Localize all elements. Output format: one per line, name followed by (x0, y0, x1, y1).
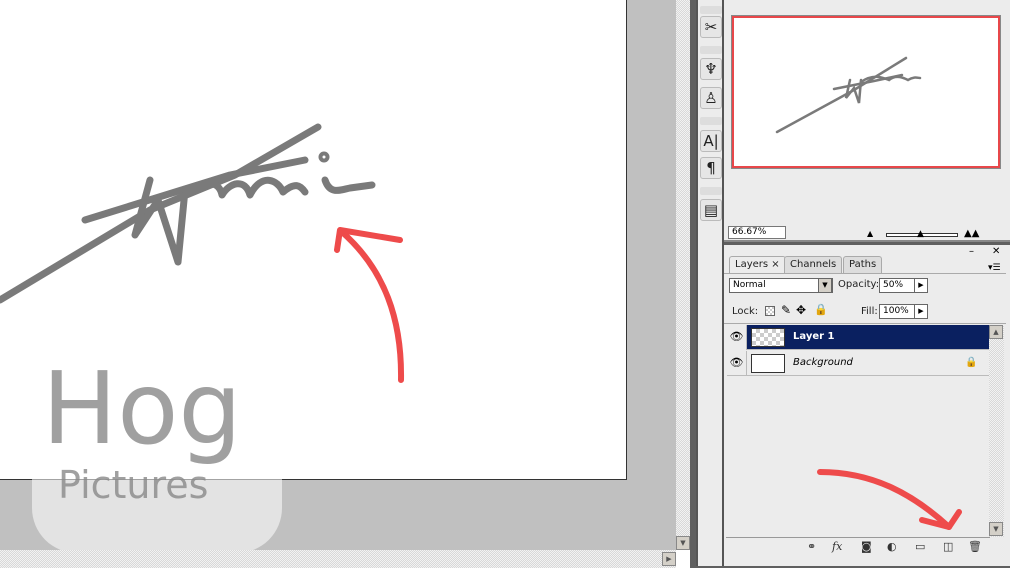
annotation-arrow (817, 469, 962, 530)
scroll-corner (676, 550, 690, 568)
brushes-icon[interactable]: ♆ (700, 58, 722, 80)
new-group-icon[interactable]: ▭ (915, 540, 925, 553)
visibility-eye-icon[interactable]: 👁 (727, 351, 747, 376)
scroll-down-button[interactable]: ▼ (989, 522, 1003, 536)
layers-panel: – ✕ Layers × Channels Paths ▾☰ Normal ▼ … (724, 245, 1010, 566)
scroll-up-button[interactable]: ▲ (989, 325, 1003, 339)
annotation-arrow (334, 227, 405, 383)
horizontal-scrollbar[interactable]: ▶ (0, 550, 676, 568)
tab-paths[interactable]: Paths (843, 256, 883, 273)
scroll-down-button[interactable]: ▼ (676, 536, 690, 550)
watermark-line1: Hog (42, 350, 242, 467)
zoom-out-icon[interactable]: ▲ (867, 229, 873, 238)
close-icon[interactable]: ✕ (992, 246, 1000, 257)
zoom-in-icon[interactable]: ▲▲ (964, 228, 979, 239)
layers-scrollbar[interactable]: ▲ ▼ (989, 325, 1004, 537)
fill-arrow-button[interactable]: ▶ (914, 304, 928, 319)
fx-icon[interactable]: fx (832, 540, 842, 553)
canvas-area: Hog Pictures (0, 0, 676, 553)
tab-channels[interactable]: Channels (784, 256, 843, 273)
tools-icon[interactable]: ✂ (700, 16, 722, 38)
lock-all-icon[interactable]: 🔒 (814, 303, 828, 316)
zoom-level-field[interactable]: 66.67% (728, 226, 786, 239)
lock-label: Lock: (732, 306, 759, 317)
layer-thumbnail (751, 354, 785, 373)
new-layer-icon[interactable]: ◫ (943, 540, 953, 553)
layer-name: Layer 1 (793, 331, 835, 342)
clone-source-icon[interactable]: ♙ (700, 87, 722, 109)
scroll-right-button[interactable]: ▶ (662, 552, 676, 566)
opacity-arrow-button[interactable]: ▶ (914, 278, 928, 293)
vertical-scrollbar[interactable]: ▼ (676, 0, 690, 550)
fill-label: Fill: (861, 306, 878, 317)
lock-transparency-icon[interactable] (765, 306, 775, 316)
paragraph-icon[interactable]: ¶ (700, 157, 722, 179)
chevron-down-icon[interactable]: ▼ (818, 278, 832, 293)
trash-icon[interactable]: 🗑 (968, 540, 982, 553)
watermark-line2: Pictures (58, 463, 208, 507)
lock-move-icon[interactable]: ✥ (796, 303, 806, 317)
minimize-icon[interactable]: – (969, 246, 974, 257)
add-mask-icon[interactable]: ◙ (861, 540, 872, 553)
visibility-eye-icon[interactable]: 👁 (727, 325, 747, 350)
navigator-thumbnail[interactable] (731, 15, 1001, 169)
panel-menu-icon[interactable]: ▾☰ (988, 263, 1001, 273)
fill-field[interactable]: 100% (879, 304, 915, 319)
navigator-panel: 66.67% ▲ ▲ ▲▲ (724, 0, 1010, 242)
opacity-field[interactable]: 50% (879, 278, 915, 293)
layer-row-layer-1[interactable]: 👁 Layer 1 (727, 325, 989, 350)
zoom-slider-thumb[interactable]: ▲ (917, 229, 924, 239)
layer-row-background[interactable]: 👁 Background 🔒 (727, 351, 989, 376)
lock-icon: 🔒 (965, 357, 978, 368)
character-icon[interactable]: A| (700, 130, 722, 152)
link-layers-icon[interactable]: ⚭ (807, 540, 816, 553)
tab-layers[interactable]: Layers × (729, 256, 786, 273)
layer-thumbnail (751, 328, 785, 347)
layer-name: Background (793, 357, 853, 368)
lock-brush-icon[interactable]: ✎ (781, 303, 791, 317)
opacity-label: Opacity: (838, 279, 880, 290)
adjustment-layer-icon[interactable]: ◐ (887, 540, 897, 553)
panel-dock-strip: ✂ ♆ ♙ A| ¶ ▤ (696, 0, 724, 566)
watermark-logo: Hog Pictures (32, 303, 282, 553)
layer-comps-icon[interactable]: ▤ (700, 199, 722, 221)
